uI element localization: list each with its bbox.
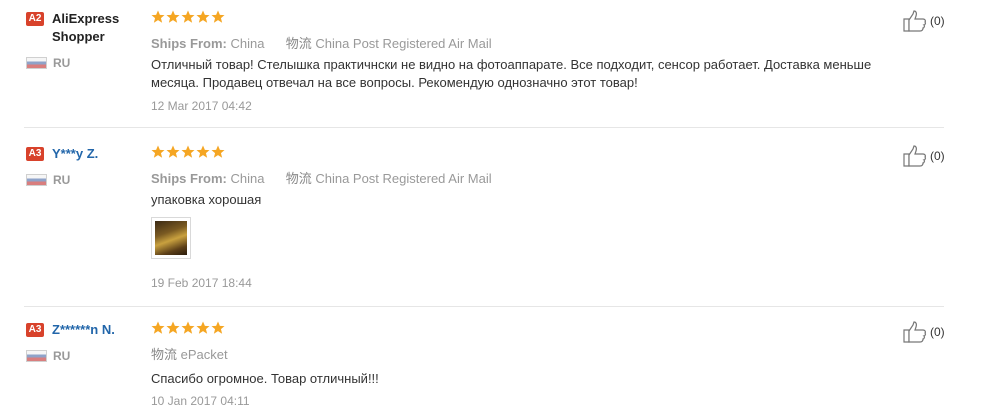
review-item: A3 Z******n N. RU 物流 ePacket Спасибо огр… [0,321,983,415]
buyer-country: RU [53,349,71,363]
buyer-level-badge: A2 [26,12,44,26]
star-rating [151,10,225,26]
helpful-count: (0) [930,14,945,28]
star-icon [211,321,225,334]
logistics-icon: 物流 [285,36,312,51]
star-icon [181,145,195,158]
ships-from-label: Ships From: [151,36,227,51]
buyer-country: RU [53,173,71,187]
flag-ru-icon [26,57,47,69]
buyer-country: RU [53,56,71,70]
logistics-icon: 物流 [285,171,312,186]
star-icon [166,145,180,158]
ships-from-value: China [230,171,265,186]
star-icon [151,145,165,158]
star-icon [196,10,210,23]
review-divider [24,127,944,128]
logistics-method: China Post Registered Air Mail [315,171,492,186]
buyer-level-badge: A3 [26,147,44,161]
thumbs-up-icon[interactable] [903,321,927,343]
helpful-button[interactable]: (0) [903,10,963,32]
review-photo-thumbnail[interactable] [151,217,191,259]
helpful-button[interactable]: (0) [903,321,963,343]
shipping-info: Ships From: China 物流 China Post Register… [151,33,492,52]
review-text: упаковка хорошая [151,192,262,207]
buyer-name[interactable]: Z******n N. [52,321,162,339]
star-icon [166,10,180,23]
review-date: 19 Feb 2017 18:44 [151,276,252,290]
review-date: 12 Mar 2017 04:42 [151,99,252,113]
thumbs-up-icon[interactable] [903,145,927,167]
star-icon [211,145,225,158]
shipping-info: Ships From: China 物流 China Post Register… [151,168,492,187]
star-rating [151,321,225,337]
flag-ru-icon [26,350,47,362]
star-icon [196,321,210,334]
buyer-name[interactable]: Y***y Z. [52,145,162,163]
review-photo [155,221,187,255]
helpful-count: (0) [930,325,945,339]
ships-from-label: Ships From: [151,171,227,186]
logistics-method: ePacket [180,347,228,362]
star-icon [196,145,210,158]
thumbs-up-icon[interactable] [903,10,927,32]
logistics-method: China Post Registered Air Mail [315,36,492,51]
review-divider [24,306,944,307]
star-icon [181,10,195,23]
review-text: Спасибо огромное. Товар отличный!!! [151,371,379,386]
star-icon [151,10,165,23]
helpful-count: (0) [930,149,945,163]
helpful-button[interactable]: (0) [903,145,963,167]
shipping-info: 物流 ePacket [151,344,228,363]
review-text: Отличный товар! Стелышка практичнски не … [151,57,872,90]
buyer-level-badge: A3 [26,323,44,337]
ships-from-value: China [230,36,265,51]
review-item: A2 AliExpress Shopper RU Ships From: Chi… [0,10,983,120]
star-icon [166,321,180,334]
star-icon [211,10,225,23]
star-rating [151,145,225,161]
star-icon [181,321,195,334]
review-item: A3 Y***y Z. RU Ships From: China 物流 Chin… [0,145,983,295]
review-date: 10 Jan 2017 04:11 [151,394,250,408]
flag-ru-icon [26,174,47,186]
logistics-icon: 物流 [151,347,178,362]
buyer-name: AliExpress Shopper [52,11,120,44]
star-icon [151,321,165,334]
